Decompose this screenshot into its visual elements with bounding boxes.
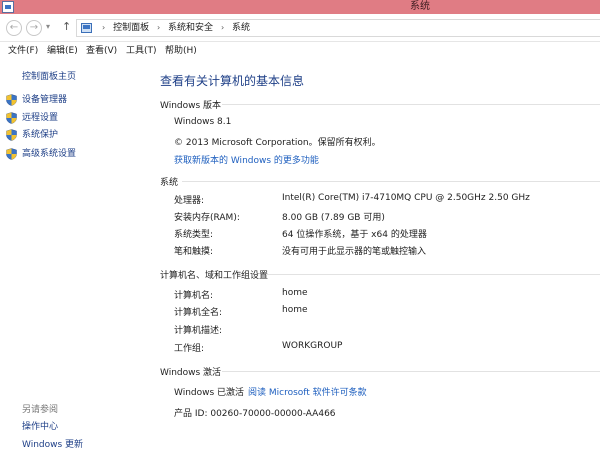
- menu-help[interactable]: 帮助(H): [165, 42, 197, 60]
- full-computer-name-label: 计算机全名:: [174, 308, 223, 318]
- forward-arrow-icon[interactable]: →: [26, 20, 42, 36]
- control-panel-icon: [81, 23, 92, 33]
- windows-edition-name: Windows 8.1: [174, 117, 232, 127]
- full-computer-name-value: home: [282, 305, 308, 315]
- sidebar-item-label: 高级系统设置: [22, 149, 77, 159]
- window-title: 系统: [410, 1, 430, 12]
- see-also-heading: 另请参阅: [22, 405, 59, 415]
- system-type-label: 系统类型:: [174, 230, 214, 240]
- computer-description-label: 计算机描述:: [174, 326, 223, 336]
- windows-update-link[interactable]: Windows 更新: [22, 437, 83, 450]
- chevron-right-icon[interactable]: ›: [221, 20, 224, 36]
- breadcrumb-item[interactable]: 系统和安全: [168, 20, 213, 36]
- menu-tools[interactable]: 工具(T): [126, 42, 157, 60]
- section-heading-edition: Windows 版本: [160, 101, 222, 111]
- ram-label: 安装内存(RAM):: [174, 213, 240, 223]
- pen-touch-label: 笔和触摸:: [174, 247, 214, 257]
- up-arrow-icon[interactable]: ↑: [62, 20, 71, 33]
- menu-file[interactable]: 文件(F): [8, 42, 38, 60]
- shield-icon: [6, 111, 17, 124]
- sidebar-item-remote-settings[interactable]: 远程设置: [6, 111, 58, 125]
- sidebar-item-advanced-settings[interactable]: 高级系统设置: [6, 147, 76, 161]
- sidebar-item-device-manager[interactable]: 设备管理器: [6, 93, 67, 107]
- sidebar-item-label: 系统保护: [22, 130, 59, 140]
- main-content: 查看有关计算机的基本信息 Windows 版本 Windows 8.1 © 20…: [150, 60, 600, 459]
- sidebar-item-label: 远程设置: [22, 113, 59, 123]
- breadcrumb-item[interactable]: 控制面板: [113, 20, 149, 36]
- chevron-right-icon[interactable]: ›: [157, 20, 160, 36]
- workgroup-label: 工作组:: [174, 344, 205, 354]
- menu-bar: 文件(F) 编辑(E) 查看(V) 工具(T) 帮助(H): [0, 42, 600, 60]
- ram-value: 8.00 GB (7.89 GB 可用): [282, 213, 385, 223]
- license-terms-link[interactable]: 阅读 Microsoft 软件许可条款: [248, 385, 367, 398]
- shield-icon: [6, 93, 17, 106]
- section-divider: [222, 104, 600, 105]
- computer-name-value: home: [282, 288, 308, 298]
- sidebar: 控制面板主页 设备管理器 远程设置 系统保护 高级系统设置 另请参阅 操作中心 …: [0, 60, 150, 459]
- system-type-value: 64 位操作系统，基于 x64 的处理器: [282, 230, 427, 240]
- address-bar[interactable]: › 控制面板 › 系统和安全 › 系统: [76, 19, 600, 37]
- shield-icon: [6, 128, 17, 141]
- section-divider: [266, 274, 600, 275]
- action-center-link[interactable]: 操作中心: [22, 419, 58, 432]
- section-divider: [222, 371, 600, 372]
- recent-locations-dropdown-icon[interactable]: ▾: [46, 22, 50, 31]
- title-bar: 系统: [0, 0, 600, 14]
- copyright-text: © 2013 Microsoft Corporation。保留所有权利。: [174, 138, 381, 148]
- processor-value: Intel(R) Core(TM) i7-4710MQ CPU @ 2.50GH…: [282, 193, 530, 203]
- system-window-icon[interactable]: [2, 1, 14, 13]
- pen-touch-value: 没有可用于此显示器的笔或触控输入: [282, 247, 427, 257]
- menu-view[interactable]: 查看(V): [86, 42, 117, 60]
- chevron-right-icon[interactable]: ›: [102, 20, 105, 36]
- processor-label: 处理器:: [174, 196, 205, 206]
- product-id: 产品 ID: 00260-70000-00000-AA466: [174, 409, 336, 419]
- more-features-link[interactable]: 获取新版本的 Windows 的更多功能: [174, 153, 319, 166]
- activation-status: Windows 已激活: [174, 388, 245, 398]
- breadcrumb-item[interactable]: 系统: [232, 20, 250, 36]
- page-title: 查看有关计算机的基本信息: [160, 74, 305, 88]
- navigation-bar: ← → ▾ ↑ › 控制面板 › 系统和安全 › 系统: [0, 14, 600, 42]
- section-heading-system: 系统: [160, 178, 179, 188]
- workgroup-value: WORKGROUP: [282, 341, 343, 351]
- menu-edit[interactable]: 编辑(E): [47, 42, 78, 60]
- section-heading-activation: Windows 激活: [160, 368, 222, 378]
- breadcrumb: › 控制面板 › 系统和安全 › 系统: [97, 20, 250, 36]
- section-heading-computer-name: 计算机名、域和工作组设置: [160, 271, 269, 281]
- sidebar-item-system-protection[interactable]: 系统保护: [6, 128, 58, 142]
- section-divider: [182, 181, 600, 182]
- control-panel-home-link[interactable]: 控制面板主页: [22, 69, 76, 82]
- back-arrow-icon[interactable]: ←: [6, 20, 22, 36]
- shield-icon: [6, 147, 17, 160]
- sidebar-item-label: 设备管理器: [22, 95, 68, 105]
- computer-name-label: 计算机名:: [174, 291, 214, 301]
